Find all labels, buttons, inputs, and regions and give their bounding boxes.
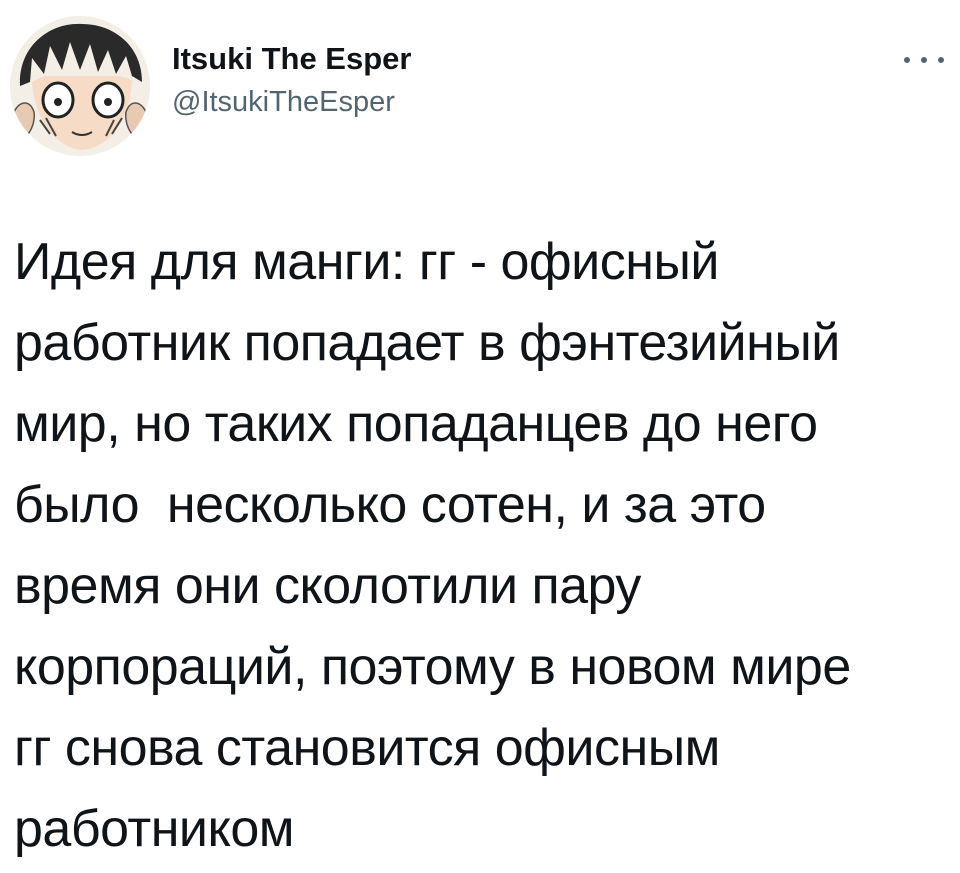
tweet-text-line: Идея для манги: гг - офисный: [14, 233, 719, 291]
tweet: Itsuki The Esper @ItsukiTheEsper Идея дл…: [0, 0, 960, 873]
more-horizontal-icon-dot: [938, 57, 944, 63]
display-name[interactable]: Itsuki The Esper: [172, 40, 411, 78]
tweet-text-line: было несколько сотен, и за это: [14, 476, 766, 534]
tweet-text: Идея для манги: гг - офисный работник по…: [14, 222, 944, 870]
tweet-text-line: время они сколотили пару: [14, 557, 641, 615]
tweet-text-line: работник попадает в фэнтезийный: [14, 314, 840, 372]
more-horizontal-icon: [904, 57, 910, 63]
author-info[interactable]: Itsuki The Esper @ItsukiTheEsper: [172, 40, 411, 120]
more-options-button[interactable]: [904, 48, 944, 72]
more-horizontal-icon-dot: [921, 57, 927, 63]
anime-character-avatar-icon: [10, 16, 150, 156]
tweet-text-line: работником: [14, 800, 294, 858]
avatar[interactable]: [10, 16, 150, 156]
user-handle[interactable]: @ItsukiTheEsper: [172, 84, 411, 120]
tweet-text-line: корпораций, поэтому в новом мире: [14, 638, 851, 696]
tweet-text-line: мир, но таких попаданцев до него: [14, 395, 818, 453]
tweet-text-line: гг снова становится офисным: [14, 719, 720, 777]
